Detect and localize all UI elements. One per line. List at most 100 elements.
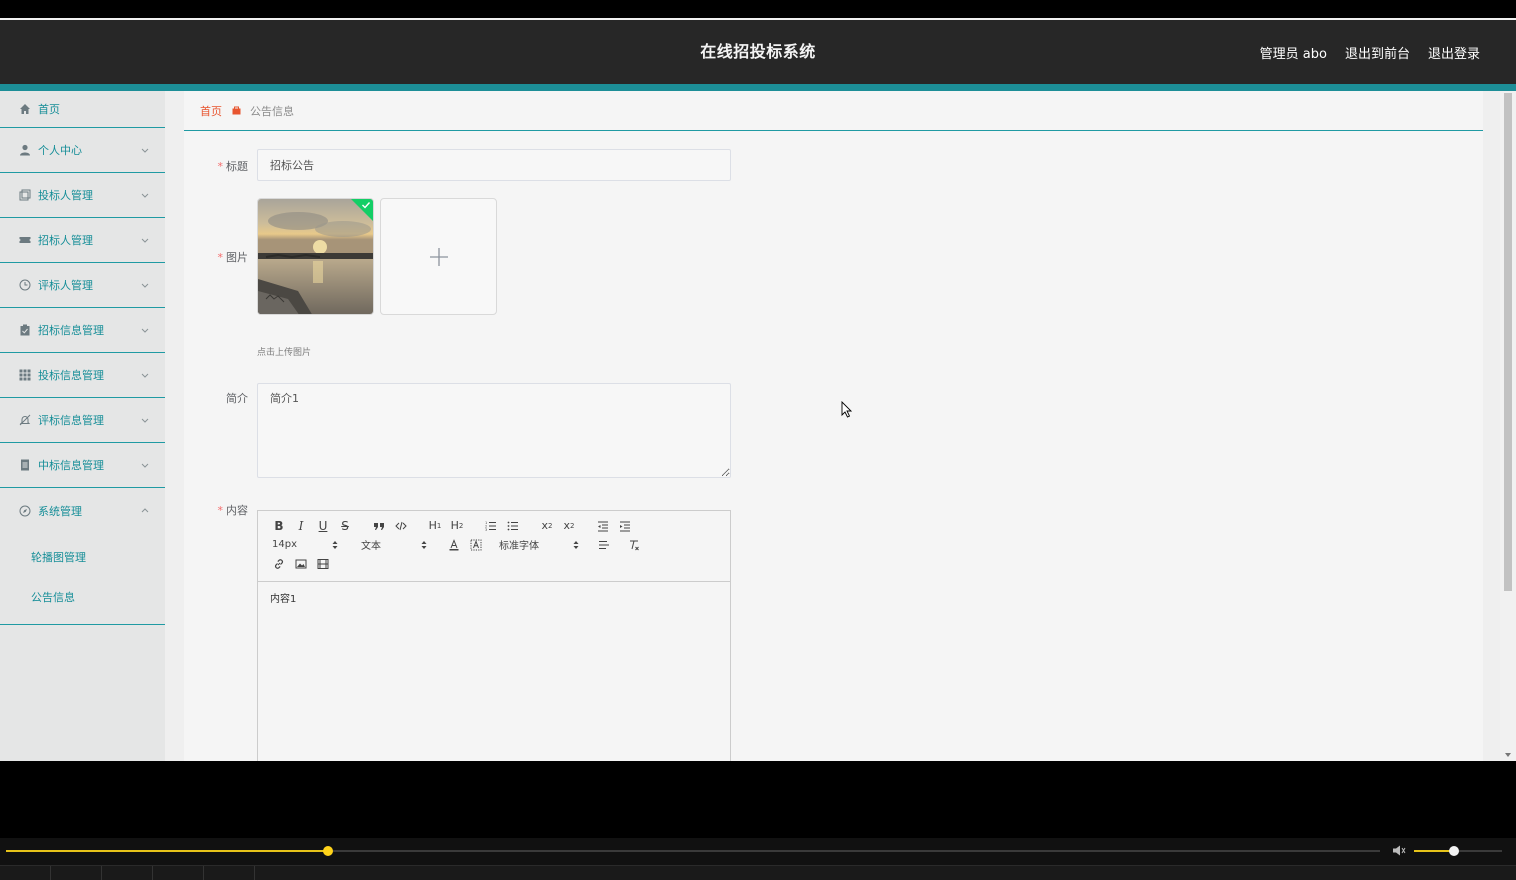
italic-icon[interactable]: I <box>290 516 312 535</box>
scrollbar-thumb[interactable] <box>1504 93 1512 591</box>
sidebar: 首页 个人中心 投标人管理 招标人管理 评标人管理 招标信息管理 投标信息管理 … <box>0 91 165 761</box>
sidebar-item-tender-info[interactable]: 招标信息管理 <box>0 308 165 353</box>
font-family-select[interactable]: 标准字体 <box>495 535 579 554</box>
sidebar-item-profile[interactable]: 个人中心 <box>0 128 165 173</box>
back-to-front-link[interactable]: 退出到前台 <box>1345 43 1410 62</box>
blockquote-icon[interactable] <box>368 516 390 535</box>
chevron-down-icon <box>140 146 149 155</box>
header2-icon[interactable]: H2 <box>446 516 468 535</box>
upload-hint: 点击上传图片 <box>257 348 312 358</box>
grid-icon <box>18 369 31 382</box>
select-arrows-icon <box>573 540 579 549</box>
breadcrumb-separator-icon <box>232 106 241 115</box>
text-color-icon[interactable] <box>443 535 465 554</box>
ordered-list-icon[interactable]: 123 <box>480 516 502 535</box>
admin-user-label[interactable]: 管理员 abo <box>1260 43 1327 62</box>
header1-icon[interactable]: H1 <box>424 516 446 535</box>
player-strip-cell <box>204 866 255 880</box>
superscript-icon[interactable]: x2 <box>558 516 580 535</box>
sidebar-item-home[interactable]: 首页 <box>0 91 165 128</box>
sidebar-item-label: 首页 <box>38 103 60 116</box>
sidebar-item-bidders[interactable]: 投标人管理 <box>0 173 165 218</box>
underline-icon[interactable]: U <box>312 516 334 535</box>
sidebar-item-label: 评标信息管理 <box>38 414 104 427</box>
uploaded-image-thumbnail[interactable] <box>257 198 374 315</box>
code-block-icon[interactable] <box>390 516 412 535</box>
chevron-down-icon <box>140 461 149 470</box>
clipboard-icon <box>18 324 31 337</box>
indent-icon[interactable] <box>614 516 636 535</box>
home-icon <box>18 103 31 116</box>
chevron-down-icon <box>140 416 149 425</box>
sidebar-item-award-info[interactable]: 中标信息管理 <box>0 443 165 488</box>
sidebar-item-label: 招标信息管理 <box>38 324 104 337</box>
chevron-down-icon <box>140 236 149 245</box>
volume-slider[interactable] <box>1414 846 1502 856</box>
sidebar-item-label: 投标人管理 <box>38 189 93 202</box>
sidebar-subitem-announcements[interactable]: 公告信息 <box>0 578 165 618</box>
image-label: * 图片 <box>217 251 249 264</box>
bold-icon[interactable]: B <box>268 516 290 535</box>
mouse-cursor-icon <box>841 401 852 418</box>
volume-handle[interactable] <box>1448 846 1459 856</box>
app-header: 在线招投标系统 管理员 abo 退出到前台 退出登录 <box>0 20 1516 84</box>
player-strip-cell <box>51 866 102 880</box>
system-submenu: 轮播图管理 公告信息 <box>0 533 165 625</box>
header-accent-bar <box>0 84 1516 91</box>
check-icon <box>362 202 371 209</box>
sidebar-item-evaluation-info[interactable]: 评标信息管理 <box>0 398 165 443</box>
select-arrows-icon <box>421 540 427 549</box>
app-body: 首页 个人中心 投标人管理 招标人管理 评标人管理 招标信息管理 投标信息管理 … <box>0 91 1516 761</box>
image-upload-button[interactable] <box>380 198 497 315</box>
sidebar-item-evaluators[interactable]: 评标人管理 <box>0 263 165 308</box>
player-strip-cell <box>153 866 204 880</box>
screen: 在线招投标系统 管理员 abo 退出到前台 退出登录 首页 个人中心 投标人管理 <box>0 0 1516 880</box>
scroll-down-arrow-icon[interactable] <box>1504 752 1512 758</box>
sidebar-item-label: 中标信息管理 <box>38 459 104 472</box>
strikethrough-icon[interactable]: S <box>334 516 356 535</box>
sidebar-item-bid-info[interactable]: 投标信息管理 <box>0 353 165 398</box>
chevron-down-icon <box>140 326 149 335</box>
outdent-icon[interactable] <box>592 516 614 535</box>
font-size-select[interactable]: 14px <box>268 535 338 554</box>
breadcrumb-home-link[interactable]: 首页 <box>200 103 222 119</box>
content-label: * 内容 <box>217 504 249 517</box>
volume-icon[interactable] <box>1392 844 1406 857</box>
logout-link[interactable]: 退出登录 <box>1428 43 1480 62</box>
seek-handle[interactable] <box>322 846 333 856</box>
breadcrumb: 首页 公告信息 <box>184 91 1483 131</box>
subscript-icon[interactable]: x2 <box>536 516 558 535</box>
sidebar-item-system[interactable]: 系统管理 <box>0 488 165 533</box>
player-strip-cell <box>0 866 51 880</box>
align-left-icon[interactable] <box>593 535 615 554</box>
editor-content-area[interactable]: 内容1 <box>258 582 730 613</box>
page-scrollbar[interactable] <box>1500 91 1516 761</box>
breadcrumb-current: 公告信息 <box>250 104 294 118</box>
seek-bar[interactable] <box>6 846 1380 856</box>
title-input[interactable] <box>257 149 731 181</box>
video-player-controls <box>0 838 1516 880</box>
chevron-up-icon <box>140 506 149 515</box>
link-icon[interactable] <box>268 554 290 573</box>
bullet-list-icon[interactable] <box>502 516 524 535</box>
rich-text-editor: B I U S H1 H2 123 x2 x 2 14px 文本 标准字体 内容… <box>257 510 731 761</box>
video-insert-icon[interactable] <box>312 554 334 573</box>
toolbar-row-2: 14px 文本 标准字体 <box>268 535 645 554</box>
image-insert-icon[interactable] <box>290 554 312 573</box>
header-select[interactable]: 文本 <box>357 535 427 554</box>
compass-icon <box>18 504 31 517</box>
background-color-icon[interactable] <box>465 535 487 554</box>
chevron-down-icon <box>140 191 149 200</box>
document-icon <box>18 459 31 472</box>
sidebar-item-label: 投标信息管理 <box>38 369 104 382</box>
sidebar-subitem-carousel[interactable]: 轮播图管理 <box>0 538 165 578</box>
sidebar-item-label: 系统管理 <box>38 504 82 518</box>
sidebar-item-tenderers[interactable]: 招标人管理 <box>0 218 165 263</box>
toolbar-row-1: B I U S H1 H2 123 x2 x 2 <box>268 516 636 535</box>
editor-toolbar: B I U S H1 H2 123 x2 x 2 14px 文本 标准字体 <box>258 511 730 582</box>
plus-icon <box>429 247 448 266</box>
bell-off-icon <box>18 414 31 427</box>
intro-textarea[interactable]: 简介1 <box>257 383 731 478</box>
clear-format-icon[interactable] <box>623 535 645 554</box>
svg-text:3: 3 <box>485 528 487 532</box>
